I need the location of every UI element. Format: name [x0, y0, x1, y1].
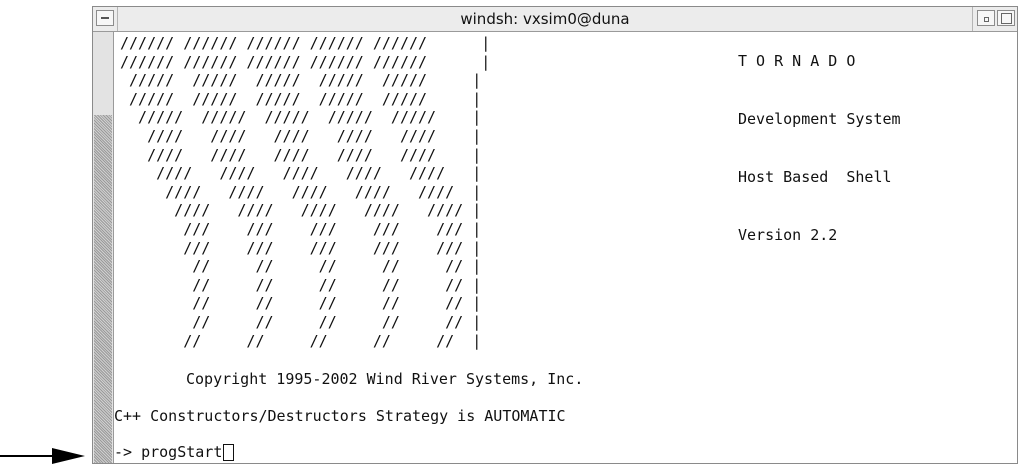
- window-title: windsh: vxsim0@duna: [117, 7, 973, 31]
- scrollbar-thumb[interactable]: [94, 115, 112, 463]
- shell-prompt-line[interactable]: -> progStart: [114, 443, 235, 461]
- prompt-command[interactable]: progStart: [141, 443, 222, 461]
- shell-type: Host Based Shell: [738, 168, 892, 186]
- maximize-button[interactable]: [997, 10, 1015, 26]
- strategy-message: C++ Constructors/Destructors Strategy is…: [114, 407, 566, 425]
- vertical-scrollbar[interactable]: [93, 32, 114, 463]
- banner-info: T O R N A D O Development System Host Ba…: [738, 52, 901, 284]
- terminal-output[interactable]: ////// ////// ////// ////// ////// | ///…: [114, 32, 1017, 463]
- copyright-notice: Copyright 1995-2002 Wind River Systems, …: [186, 370, 584, 388]
- tornado-ascii-banner: ////// ////// ////// ////// ////// | ///…: [120, 34, 491, 350]
- window-menu-button[interactable]: [96, 10, 114, 26]
- product-subtitle: Development System: [738, 110, 901, 128]
- pointer-arrow-icon: [0, 448, 85, 464]
- prompt-symbol: ->: [114, 443, 133, 461]
- windsh-terminal-window: windsh: vxsim0@duna ////// ////// //////…: [92, 6, 1018, 464]
- product-name: T O R N A D O: [738, 52, 856, 70]
- text-cursor: [223, 443, 235, 461]
- minimize-button[interactable]: [977, 10, 995, 26]
- title-bar[interactable]: windsh: vxsim0@duna: [93, 7, 1017, 32]
- version-label: Version 2.2: [738, 226, 838, 244]
